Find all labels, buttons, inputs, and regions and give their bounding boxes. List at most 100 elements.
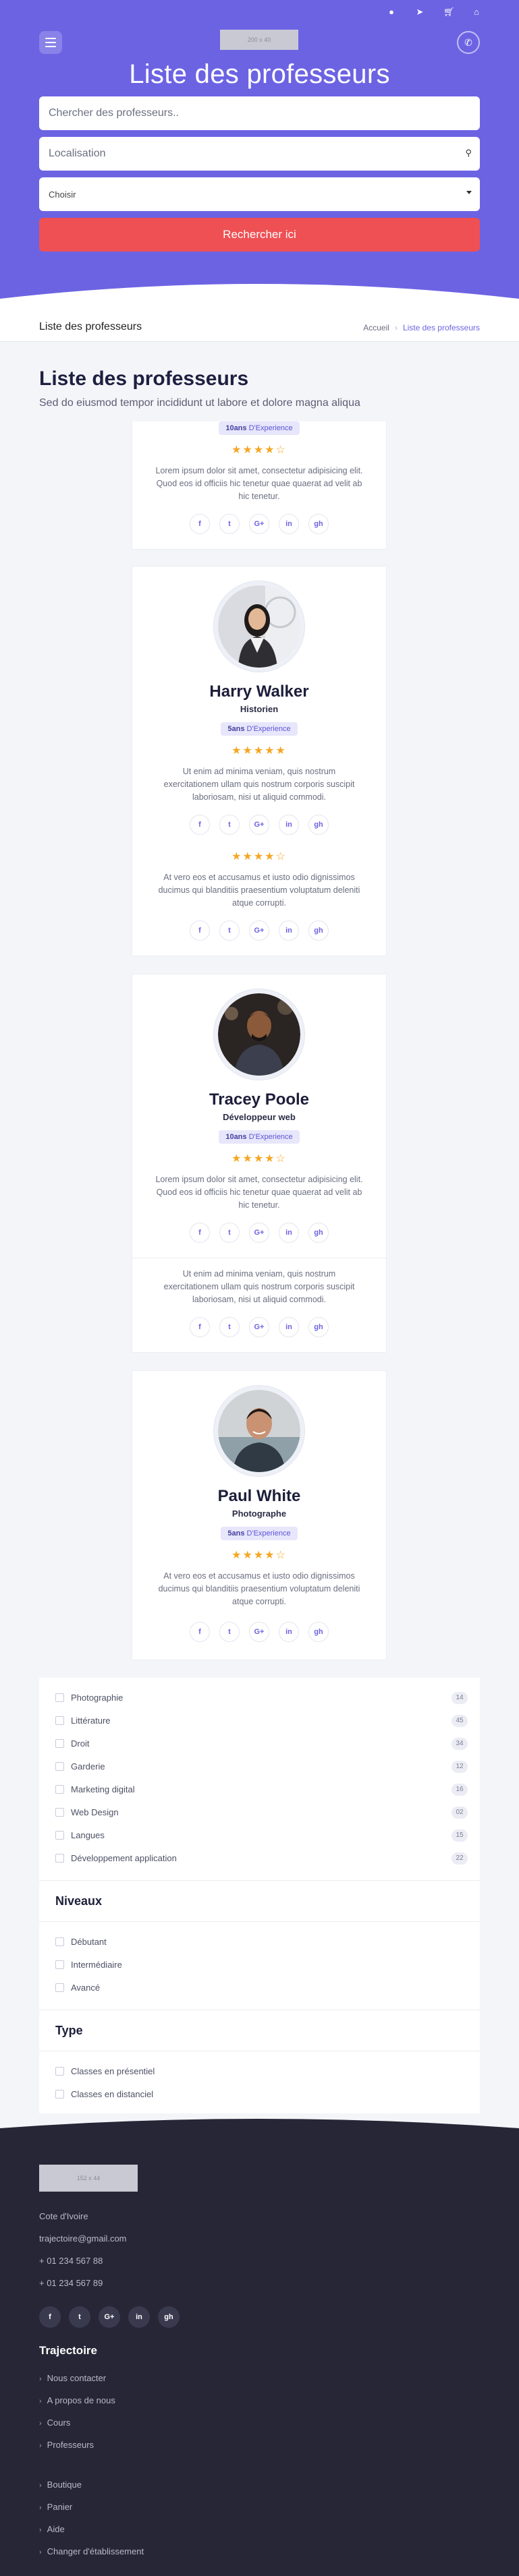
level-filter-item[interactable]: Intermédiaire	[39, 1953, 480, 1976]
footer-link[interactable]: › A propos de nous	[39, 2389, 480, 2411]
google-plus-icon[interactable]: G+	[249, 920, 269, 941]
github-icon[interactable]: gh	[308, 514, 329, 534]
checkbox[interactable]	[55, 1807, 64, 1817]
footer-link[interactable]: › Professeurs	[39, 2434, 480, 2456]
facebook-icon[interactable]: f	[190, 1622, 210, 1642]
location-input[interactable]	[49, 137, 480, 171]
hamburger-menu-button[interactable]	[39, 31, 62, 54]
teacher-card-tracey-poole[interactable]: Tracey Poole Développeur web 10ans D'Exp…	[132, 974, 387, 1353]
checkbox[interactable]	[55, 1853, 64, 1863]
facebook-icon[interactable]: f	[190, 920, 210, 941]
twitter-icon[interactable]: t	[69, 2306, 90, 2328]
linkedin-icon[interactable]: in	[279, 1223, 299, 1243]
keyword-input[interactable]	[49, 96, 480, 130]
breadcrumb-home-link[interactable]: Accueil	[363, 323, 389, 332]
google-plus-icon[interactable]: G+	[249, 815, 269, 835]
location-field[interactable]: ⚲	[39, 137, 480, 171]
linkedin-icon[interactable]: in	[279, 815, 299, 835]
github-icon[interactable]: gh	[308, 1223, 329, 1243]
linkedin-icon[interactable]: in	[279, 1317, 299, 1337]
user-icon[interactable]: ●	[387, 7, 396, 18]
google-plus-icon[interactable]: G+	[249, 1622, 269, 1642]
linkedin-icon[interactable]: in	[279, 514, 299, 534]
checkbox[interactable]	[55, 1738, 64, 1748]
facebook-icon[interactable]: f	[190, 514, 210, 534]
keyword-field[interactable]	[39, 96, 480, 130]
teacher-name[interactable]: Tracey Poole	[132, 1090, 386, 1109]
teacher-description: Ut enim ad minima veniam, quis nostrum e…	[163, 1269, 355, 1304]
category-filter-item[interactable]: Web Design 02	[39, 1801, 480, 1823]
checkbox[interactable]	[55, 2066, 64, 2076]
category-filter-item[interactable]: Marketing digital 16	[39, 1778, 480, 1801]
category-filter-item[interactable]: Garderie 12	[39, 1755, 480, 1778]
footer-email[interactable]: trajectoire@gmail.com	[39, 2227, 480, 2250]
github-icon[interactable]: gh	[308, 815, 329, 835]
footer-link[interactable]: › Boutique	[39, 2473, 480, 2496]
teacher-card-paul-white[interactable]: Paul White Photographe 5ans D'Experience…	[132, 1370, 387, 1660]
footer-link[interactable]: › Cours	[39, 2411, 480, 2434]
category-filter-list: Photographie 14 Littérature 45 Droit 34 Gar…	[39, 1678, 480, 1872]
type-filter-item[interactable]: Classes en présentiel	[39, 2059, 480, 2082]
google-plus-icon[interactable]: G+	[249, 514, 269, 534]
teacher-role: Photographe	[231, 1509, 287, 1519]
breadcrumb-page-title: Liste des professeurs	[39, 321, 142, 332]
avatar	[214, 581, 304, 672]
teacher-card-harry-walker[interactable]: Harry Walker Historien 5ans D'Experience…	[132, 566, 387, 956]
footer-link[interactable]: › Aide	[39, 2518, 480, 2540]
logo-placeholder[interactable]: 200 x 40	[220, 30, 298, 50]
twitter-icon[interactable]: t	[219, 920, 240, 941]
teacher-photo	[218, 1390, 300, 1472]
category-filter-item[interactable]: Photographie 14	[39, 1686, 480, 1709]
facebook-icon[interactable]: f	[39, 2306, 61, 2328]
teacher-name[interactable]: Harry Walker	[132, 682, 386, 701]
cart-icon[interactable]: 🛒︎	[443, 7, 455, 18]
twitter-icon[interactable]: t	[219, 1622, 240, 1642]
checkbox[interactable]	[55, 1761, 64, 1771]
github-icon[interactable]: gh	[308, 1622, 329, 1642]
checkbox[interactable]	[55, 1960, 64, 1969]
category-filter-item[interactable]: Droit 34	[39, 1732, 480, 1755]
category-select[interactable]: Choisir	[39, 177, 480, 211]
google-plus-icon[interactable]: G+	[249, 1317, 269, 1337]
facebook-icon[interactable]: f	[190, 1317, 210, 1337]
level-filter-item[interactable]: Avancé	[39, 1976, 480, 1999]
footer-logo-placeholder[interactable]: 152 x 44	[39, 2165, 138, 2192]
teacher-name[interactable]: Paul White	[132, 1487, 386, 1506]
footer-phone[interactable]: + 01 234 567 88	[39, 2250, 480, 2272]
checkbox[interactable]	[55, 1716, 64, 1725]
type-filter-item[interactable]: Classes en distanciel	[39, 2082, 480, 2105]
twitter-icon[interactable]: t	[219, 1223, 240, 1243]
facebook-icon[interactable]: f	[190, 815, 210, 835]
twitter-icon[interactable]: t	[219, 815, 240, 835]
twitter-icon[interactable]: t	[219, 1317, 240, 1337]
footer-link[interactable]: › Panier	[39, 2496, 480, 2518]
github-icon[interactable]: gh	[308, 920, 329, 941]
facebook-icon[interactable]: f	[190, 1223, 210, 1243]
phone-icon[interactable]: ✆	[457, 31, 480, 54]
github-icon[interactable]: gh	[158, 2306, 180, 2328]
linkedin-icon[interactable]: in	[279, 1622, 299, 1642]
level-filter-item[interactable]: Débutant	[39, 1930, 480, 1953]
checkbox[interactable]	[55, 1693, 64, 1702]
footer-link[interactable]: › Changer d'établissement	[39, 2540, 480, 2563]
github-icon[interactable]: gh	[308, 1317, 329, 1337]
linkedin-icon[interactable]: in	[279, 920, 299, 941]
google-plus-icon[interactable]: G+	[99, 2306, 120, 2328]
category-filter-item[interactable]: Développement application 22	[39, 1846, 480, 1869]
footer-phone[interactable]: + 01 234 567 89	[39, 2272, 480, 2294]
search-button[interactable]: Rechercher ici	[39, 218, 480, 252]
checkbox[interactable]	[55, 1784, 64, 1794]
checkbox[interactable]	[55, 2089, 64, 2099]
category-filter-item[interactable]: Langues 15	[39, 1823, 480, 1846]
linkedin-icon[interactable]: in	[128, 2306, 150, 2328]
checkbox[interactable]	[55, 1983, 64, 1992]
footer-link[interactable]: › Nous contacter	[39, 2367, 480, 2389]
breadcrumb-separator: ›	[394, 323, 398, 332]
twitter-icon[interactable]: t	[219, 514, 240, 534]
checkbox[interactable]	[55, 1830, 64, 1840]
checkbox[interactable]	[55, 1937, 64, 1946]
sign-in-icon[interactable]: ➤	[415, 7, 425, 18]
home-icon[interactable]: ⌂	[472, 7, 481, 18]
category-filter-item[interactable]: Littérature 45	[39, 1709, 480, 1732]
google-plus-icon[interactable]: G+	[249, 1223, 269, 1243]
